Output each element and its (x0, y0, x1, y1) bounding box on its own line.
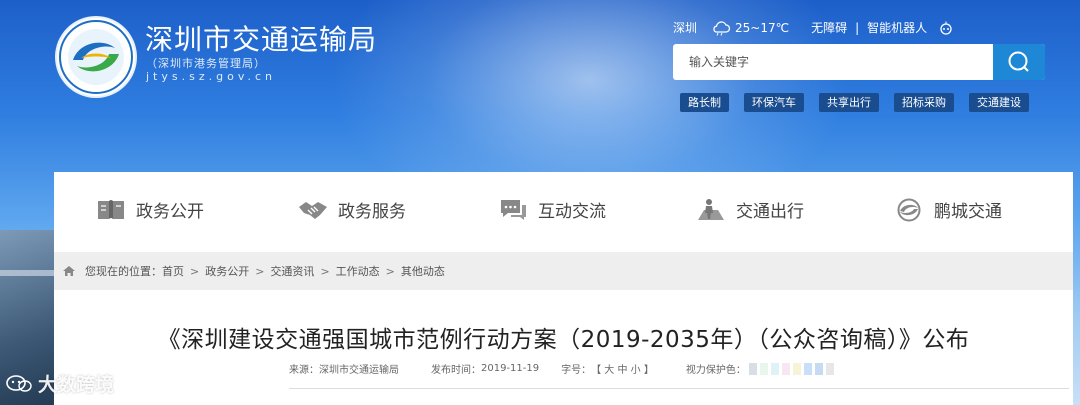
search-input[interactable] (673, 44, 999, 80)
nav-item-travel[interactable]: 交通出行 (696, 197, 804, 222)
breadcrumb-news[interactable]: 交通资讯 (270, 263, 314, 279)
nav-label: 政务服务 (338, 202, 406, 222)
nav-label: 政务公开 (136, 202, 204, 222)
article-meta: 来源： 深圳市交通运输局 发布时间： 2019-11-19 字号： 【 大 中 … (289, 361, 834, 376)
temperature: 25~17℃ (735, 20, 790, 35)
article-title: 《深圳建设交通强国城市范例行动方案（2019-2035年）（公众咨询稿）》公布 (157, 327, 970, 353)
quicklink-green-car[interactable]: 环保汽车 (744, 93, 804, 112)
quicklink-construction[interactable]: 交通建设 (969, 93, 1029, 112)
topbar-separator: | (855, 20, 860, 35)
watermark: 大数跨境 (6, 370, 114, 397)
chat-icon (501, 199, 526, 220)
font-size-label: 字号： (561, 365, 592, 376)
main-nav: 政务公开 政务服务 互动交流 交通出行 鹏城交通 (54, 172, 1073, 252)
breadcrumb-separator: > (190, 264, 200, 278)
nav-label: 交通出行 (736, 202, 804, 222)
robot-icon[interactable] (939, 21, 953, 35)
cloud-icon (713, 20, 731, 36)
vision-color-label: 视力保护色： (685, 365, 746, 376)
top-utility-bar: 深圳 25~17℃ 无障碍 | 智能机器人 (673, 19, 953, 36)
nav-item-pengcheng[interactable]: 鹏城交通 (894, 197, 1002, 222)
nav-item-gov-service[interactable]: 政务服务 (298, 197, 406, 222)
nav-item-interaction[interactable]: 互动交流 (498, 197, 606, 222)
breadcrumb-work[interactable]: 工作动态 (336, 263, 380, 279)
home-icon (63, 266, 75, 276)
site-subtitle: （深圳市港务管理局） (146, 57, 266, 70)
breadcrumb: 您现在的位置： 首页 > 政务公开 > 交通资讯 > 工作动态 > 其他动态 (54, 252, 1073, 290)
date-value: 2019-11-19 (481, 363, 540, 374)
quicklink-road-chief[interactable]: 路长制 (680, 93, 729, 112)
handshake-icon (299, 201, 327, 219)
site-logo[interactable] (57, 18, 135, 96)
breadcrumb-prefix: 您现在的位置： (85, 265, 162, 278)
map-person-icon (698, 198, 724, 220)
date-label: 发布时间： (431, 365, 481, 376)
search-icon (1008, 51, 1029, 72)
search-button[interactable] (993, 44, 1045, 80)
nav-label: 互动交流 (538, 202, 606, 222)
vision-color-swatch[interactable] (759, 362, 768, 375)
vision-color-swatch[interactable] (781, 362, 790, 375)
vision-color-swatch[interactable] (814, 362, 823, 375)
watermark-text: 大数跨境 (38, 374, 115, 396)
source-label: 来源： (289, 365, 319, 376)
source-value: 深圳市交通运输局 (319, 365, 399, 376)
nav-item-gov-affairs[interactable]: 政务公开 (96, 197, 204, 222)
breadcrumb-gov-affairs[interactable]: 政务公开 (205, 263, 249, 279)
quicklink-shared-travel[interactable]: 共享出行 (819, 93, 879, 112)
site-title: 深圳市交通运输局 (145, 23, 378, 56)
breadcrumb-home[interactable]: 首页 (162, 263, 184, 279)
vision-color-swatches (746, 362, 834, 375)
quick-links: 路长制 环保汽车 共享出行 招标采购 交通建设 (680, 93, 1029, 112)
site-url: jtys.sz.gov.cn (146, 70, 276, 83)
breadcrumb-separator: > (320, 264, 330, 278)
logo-emblem-icon (59, 20, 133, 94)
breadcrumb-separator: > (385, 264, 395, 278)
robot-link[interactable]: 智能机器人 (867, 19, 927, 36)
divider (289, 388, 1069, 389)
breadcrumb-other[interactable]: 其他动态 (401, 263, 445, 279)
vision-color-swatch[interactable] (748, 362, 757, 375)
vision-color-swatch[interactable] (792, 362, 801, 375)
article-panel: 《深圳建设交通强国城市范例行动方案（2019-2035年）（公众咨询稿）》公布 … (54, 290, 1073, 405)
vision-color-swatch[interactable] (825, 362, 834, 375)
search-box (673, 44, 1045, 80)
nav-label: 鹏城交通 (934, 202, 1002, 222)
vision-color-swatch[interactable] (770, 362, 779, 375)
emblem-icon (897, 198, 921, 221)
book-icon (98, 199, 124, 219)
accessibility-link[interactable]: 无障碍 (811, 19, 847, 36)
font-size-options[interactable]: 【 大 中 小 】 (591, 361, 654, 376)
quicklink-procurement[interactable]: 招标采购 (894, 93, 954, 112)
vision-color-swatch[interactable] (803, 362, 812, 375)
wechat-logo-icon (6, 374, 32, 392)
breadcrumb-separator: > (255, 264, 265, 278)
city-label: 深圳 (673, 21, 698, 35)
